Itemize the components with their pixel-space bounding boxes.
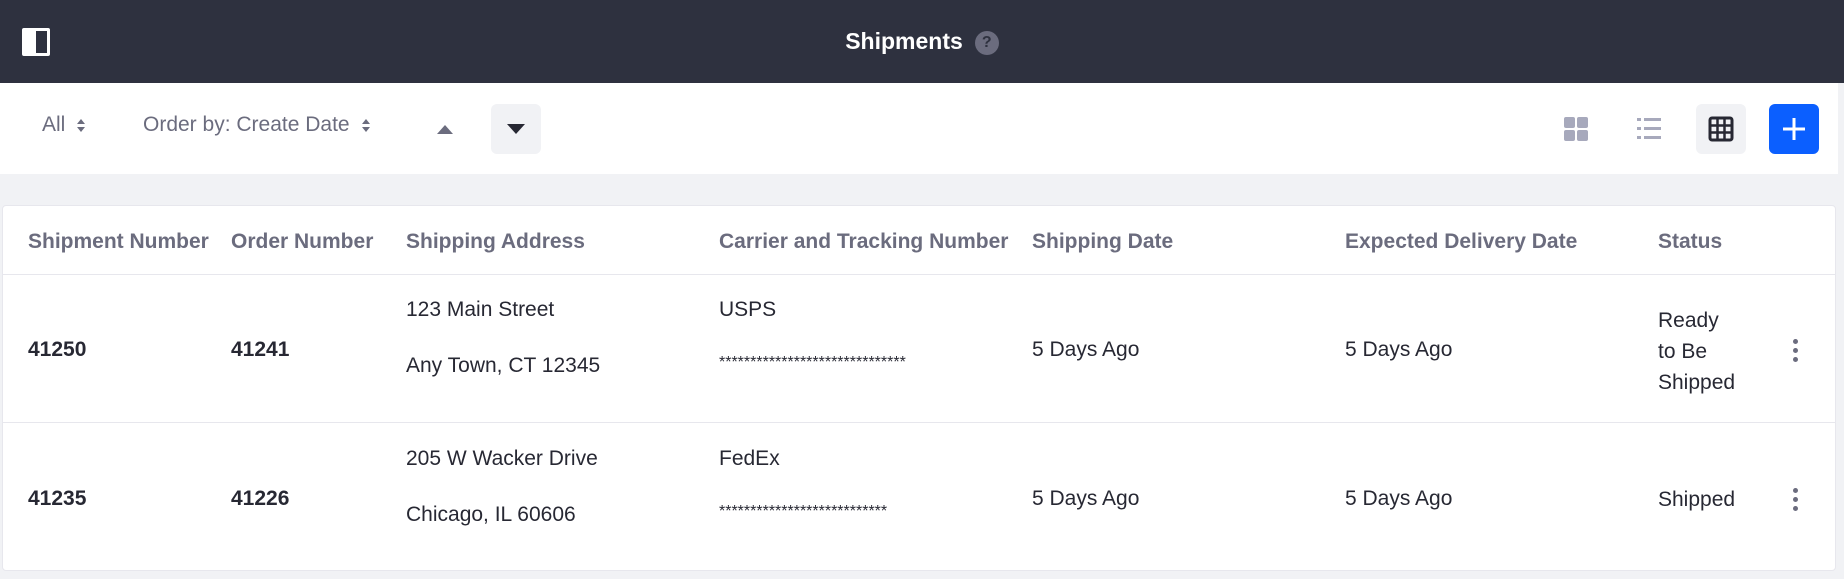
sidebar-toggle-fill xyxy=(25,31,36,53)
expected-delivery-date: 5 Days Ago xyxy=(1345,338,1453,361)
add-shipment-button[interactable] xyxy=(1769,104,1819,154)
table-view-icon xyxy=(1708,116,1734,142)
column-header-order-number[interactable]: Order Number xyxy=(231,230,373,254)
sort-ascending-button[interactable] xyxy=(420,104,470,154)
shipping-date: 5 Days Ago xyxy=(1032,338,1140,361)
top-bar: Shipments ? xyxy=(0,0,1844,83)
carrier-name: USPS xyxy=(719,298,777,321)
column-header-shipping-address[interactable]: Shipping Address xyxy=(406,230,585,254)
column-header-expected-delivery[interactable]: Expected Delivery Date xyxy=(1345,230,1577,254)
title-area: Shipments ? xyxy=(0,0,1844,83)
caret-double-icon xyxy=(361,118,370,132)
shipments-table: Shipment Number Order Number Shipping Ad… xyxy=(2,205,1836,571)
sort-descending-button[interactable] xyxy=(491,104,541,154)
shipping-date: 5 Days Ago xyxy=(1032,487,1140,510)
list-view-button[interactable] xyxy=(1624,104,1674,154)
row-actions-menu-icon[interactable] xyxy=(1785,335,1805,365)
cards-view-button[interactable] xyxy=(1551,104,1601,154)
table-view-button[interactable] xyxy=(1696,104,1746,154)
address-line-2: Chicago, IL 60606 xyxy=(406,503,576,526)
carrier-name: FedEx xyxy=(719,447,780,470)
column-header-status[interactable]: Status xyxy=(1658,230,1722,254)
filter-label: All xyxy=(42,113,66,136)
column-header-carrier-tracking[interactable]: Carrier and Tracking Number xyxy=(719,230,1008,254)
status-text: Ready to Be Shipped xyxy=(1658,309,1736,394)
management-toolbar: All Order by: Create Date xyxy=(0,83,1838,174)
column-header-shipment-number[interactable]: Shipment Number xyxy=(28,230,209,254)
address-line-1: 205 W Wacker Drive xyxy=(406,447,598,470)
shipment-number[interactable]: 41250 xyxy=(28,338,86,362)
caret-double-icon xyxy=(77,118,86,132)
tracking-number: *************************** xyxy=(719,503,888,520)
plus-icon xyxy=(1783,118,1805,140)
column-header-shipping-date[interactable]: Shipping Date xyxy=(1032,230,1173,254)
order-number[interactable]: 41241 xyxy=(231,338,289,362)
filter-dropdown[interactable]: All xyxy=(42,113,86,137)
order-number[interactable]: 41226 xyxy=(231,487,289,511)
shipment-number[interactable]: 41235 xyxy=(28,487,86,511)
status-text: Shipped xyxy=(1658,488,1736,511)
caret-down-icon xyxy=(507,124,525,134)
header-divider xyxy=(3,274,1835,275)
order-by-dropdown[interactable]: Order by: Create Date xyxy=(143,113,370,137)
caret-up-icon xyxy=(437,124,453,134)
cards-view-icon xyxy=(1564,117,1588,141)
order-by-label: Order by: Create Date xyxy=(143,113,350,136)
help-icon[interactable]: ? xyxy=(974,30,999,55)
expected-delivery-date: 5 Days Ago xyxy=(1345,487,1453,510)
sidebar-toggle-icon[interactable] xyxy=(22,28,50,56)
page-title: Shipments xyxy=(845,28,963,54)
row-divider xyxy=(3,422,1835,423)
list-view-icon xyxy=(1637,118,1661,139)
tracking-number: ****************************** xyxy=(719,354,906,371)
row-actions-menu-icon[interactable] xyxy=(1785,484,1805,514)
address-line-2: Any Town, CT 12345 xyxy=(406,354,601,377)
address-line-1: 123 Main Street xyxy=(406,298,555,321)
